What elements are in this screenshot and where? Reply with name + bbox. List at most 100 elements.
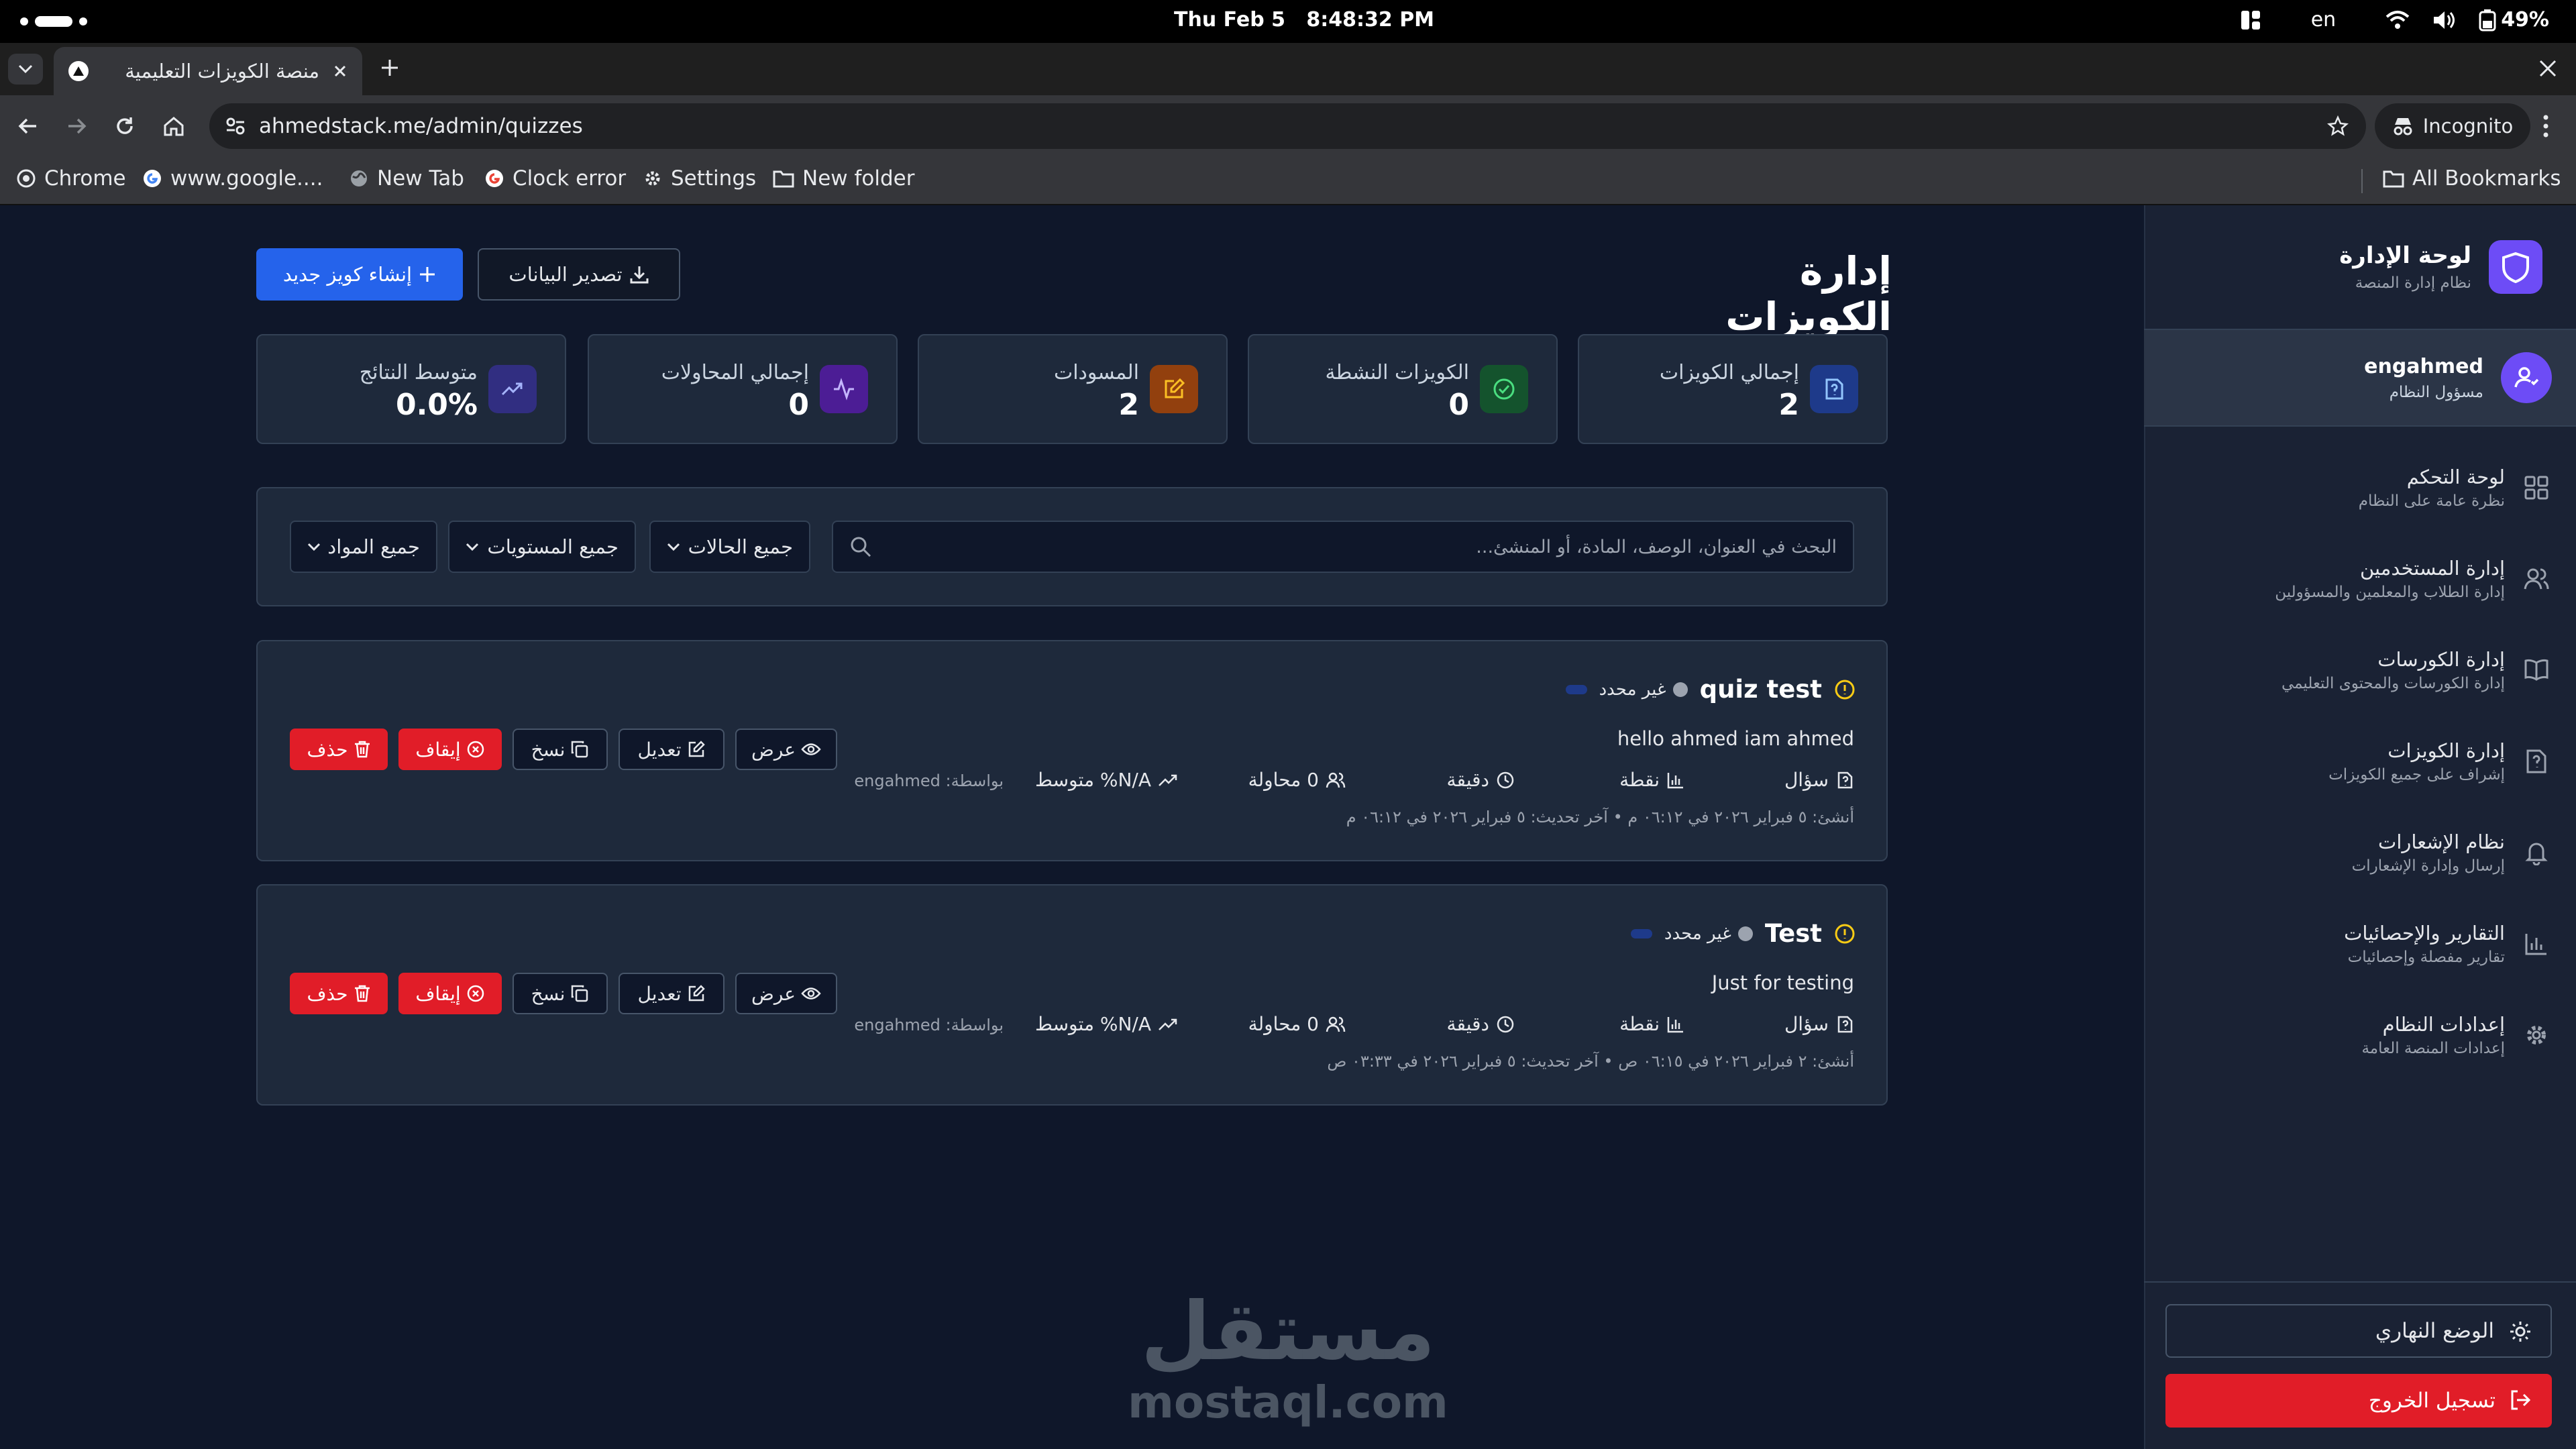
- status-badge: غير محدد: [1599, 680, 1688, 700]
- incognito-badge[interactable]: Incognito: [2375, 103, 2530, 149]
- gear-icon: [2527, 1026, 2546, 1044]
- arrow-right-icon: [68, 118, 87, 134]
- trending-up-icon: [1159, 774, 1177, 786]
- bookmark-clock-error[interactable]: Clock error: [484, 166, 626, 191]
- edit-button[interactable]: تعديل: [619, 729, 724, 770]
- home-button[interactable]: [162, 115, 185, 137]
- day-mode-button[interactable]: الوضع النهاري: [2165, 1304, 2552, 1358]
- bell-icon: [2525, 843, 2548, 865]
- sidebar-item-courses[interactable]: إدارة الكورسات إدارة الكورسات والمحتوى ال…: [2144, 627, 2576, 714]
- status-filter-select[interactable]: جميع الحالات: [649, 521, 810, 573]
- copy-button[interactable]: نسخ: [513, 729, 608, 770]
- edit-icon: [688, 741, 705, 757]
- bar-chart-icon: [2525, 934, 2546, 955]
- eye-icon: [801, 743, 821, 755]
- edit-icon: [688, 985, 705, 1002]
- chevron-down-icon: [18, 64, 33, 74]
- bookmark-settings[interactable]: Settings: [643, 166, 756, 191]
- url-text: ahmedstack.me/admin/quizzes: [259, 114, 583, 138]
- stat-drafts: المسودات 2: [918, 334, 1228, 444]
- site-favicon: [68, 61, 89, 81]
- export-data-button[interactable]: تصدير البيانات: [478, 248, 680, 301]
- all-bookmarks[interactable]: All Bookmarks: [2383, 166, 2561, 191]
- bookmark-new-tab[interactable]: New Tab: [349, 166, 464, 191]
- subject-filter-select[interactable]: جميع المواد: [290, 521, 437, 573]
- stat-average-results: متوسط النتائج 0.0%: [256, 334, 566, 444]
- level-filter-select[interactable]: جميع المستويات: [448, 521, 636, 573]
- logout-button[interactable]: تسجيل الخروج: [2165, 1374, 2552, 1428]
- plus-icon: [420, 267, 435, 282]
- view-button[interactable]: عرض: [735, 973, 837, 1014]
- quiz-file-icon: [1837, 1016, 1853, 1032]
- close-tab-icon[interactable]: [333, 64, 347, 78]
- os-indicator-dot: [20, 17, 28, 25]
- quiz-questions: سؤال: [1784, 1013, 1854, 1035]
- search-placeholder: البحث في العنوان، الوصف، المادة، أو المن…: [1476, 536, 1837, 557]
- wifi-icon[interactable]: [2385, 10, 2410, 30]
- edit-icon: [1150, 365, 1198, 413]
- logout-icon: [2511, 1390, 2531, 1410]
- tab-search-button[interactable]: [8, 54, 43, 85]
- delete-button[interactable]: حذف: [290, 729, 388, 770]
- reload-icon: [117, 117, 133, 134]
- alert-circle-icon: [1835, 924, 1855, 943]
- quiz-questions: سؤال: [1784, 769, 1854, 791]
- sidebar-item-reports[interactable]: التقارير والإحصائيات تقارير مفصلة وإحصائي…: [2144, 900, 2576, 987]
- quiz-duration: دقيقة: [1447, 769, 1515, 791]
- sidebar-item-notifications[interactable]: نظام الإشعارات إرسال وإدارة الإشعارات: [2144, 809, 2576, 896]
- quiz-attempts: 0 محاولة: [1248, 769, 1346, 791]
- browser-menu-button[interactable]: [2542, 114, 2549, 138]
- quiz-dates: أنشئ: ٥ فبراير ٢٠٢٦ في ٠٦:١٢ م • آخر تحد…: [1346, 808, 1854, 826]
- close-icon: [2539, 60, 2557, 77]
- trash-icon: [354, 741, 370, 758]
- browser-toolbar: ahmedstack.me/admin/quizzes Incognito: [0, 95, 2576, 157]
- plus-icon: [382, 60, 398, 76]
- bar-chart-icon: [1667, 772, 1683, 788]
- battery-indicator[interactable]: 49%: [2478, 8, 2549, 32]
- search-input[interactable]: البحث في العنوان، الوصف، المادة، أو المن…: [832, 521, 1854, 573]
- sidebar-item-settings[interactable]: إعدادات النظام إعدادات المنصة العامة: [2144, 991, 2576, 1079]
- quiz-description: hello ahmed iam ahmed: [1617, 727, 1854, 750]
- quiz-duration: دقيقة: [1447, 1013, 1515, 1035]
- sidebar-item-users[interactable]: إدارة المستخدمين إدارة الطلاب والمعلمين و…: [2144, 535, 2576, 623]
- language-indicator[interactable]: en: [2311, 8, 2336, 32]
- sidebar-item-quizzes[interactable]: إدارة الكويزات إشراف على جميع الكويزات: [2144, 718, 2576, 805]
- quiz-average: N/A% متوسط: [1035, 769, 1178, 791]
- activity-icon: [820, 365, 868, 413]
- bookmark-chrome[interactable]: Chrome: [16, 166, 126, 191]
- bookmark-google[interactable]: www.google....: [142, 166, 323, 191]
- view-button[interactable]: عرض: [735, 729, 837, 770]
- quiz-points: نقطة: [1619, 769, 1685, 791]
- eye-icon: [801, 987, 821, 1000]
- layout-icon[interactable]: [2240, 9, 2261, 31]
- home-icon: [164, 117, 184, 136]
- bar-chart-icon: [1667, 1016, 1683, 1032]
- chrome-icon: [17, 169, 36, 188]
- tab-title: منصة الكويزات التعليمية: [125, 60, 319, 83]
- address-bar[interactable]: ahmedstack.me/admin/quizzes: [209, 103, 2366, 149]
- close-window-button[interactable]: [2538, 59, 2557, 78]
- bookmark-star-icon[interactable]: [2327, 115, 2349, 137]
- back-button[interactable]: [17, 115, 39, 137]
- new-tab-button[interactable]: [380, 58, 400, 78]
- forward-button[interactable]: [66, 115, 87, 137]
- stop-button[interactable]: إيقاف: [398, 729, 502, 770]
- quiz-author: بواسطة: engahmed: [854, 771, 1004, 790]
- browser-tab[interactable]: منصة الكويزات التعليمية: [54, 47, 362, 95]
- edit-button[interactable]: تعديل: [619, 973, 724, 1014]
- mostaql-watermark: مستقل mostaql.com: [1128, 1285, 1448, 1429]
- create-quiz-button[interactable]: إنشاء كويز جديد: [256, 248, 463, 301]
- bookmark-new-folder[interactable]: New folder: [773, 166, 914, 191]
- copy-button[interactable]: نسخ: [513, 973, 608, 1014]
- quiz-attempts: 0 محاولة: [1248, 1013, 1346, 1035]
- x-circle-icon: [467, 741, 484, 758]
- sidebar-item-dashboard[interactable]: لوحة التحكم نظرة عامة على النظام: [2144, 444, 2576, 531]
- site-info-icon[interactable]: [225, 117, 246, 136]
- quiz-title-row: Test غير محدد: [1630, 919, 1856, 948]
- stop-button[interactable]: إيقاف: [398, 973, 502, 1014]
- volume-icon[interactable]: [2432, 10, 2455, 30]
- browser-tab-strip: منصة الكويزات التعليمية: [0, 43, 2576, 95]
- os-indicator-pill: [35, 16, 72, 27]
- reload-button[interactable]: [114, 115, 136, 137]
- delete-button[interactable]: حذف: [290, 973, 388, 1014]
